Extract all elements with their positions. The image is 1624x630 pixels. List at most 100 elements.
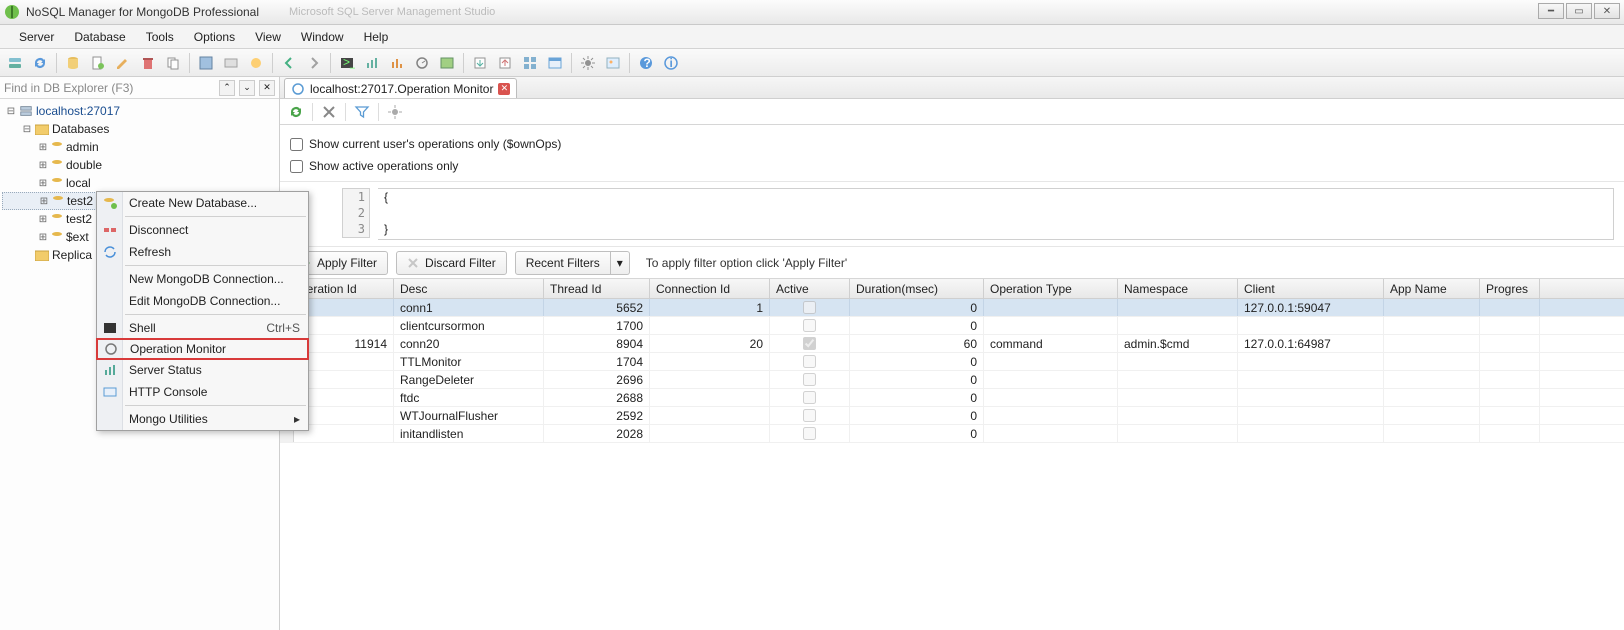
tool-icon-3[interactable] <box>245 52 267 74</box>
import-icon[interactable] <box>494 52 516 74</box>
shell-icon[interactable]: >_ <box>336 52 358 74</box>
tree-db-item[interactable]: ⊞admin <box>2 138 277 156</box>
monitor-icon <box>103 341 119 357</box>
window-title: NoSQL Manager for MongoDB Professional <box>26 5 259 19</box>
menu-tools[interactable]: Tools <box>137 27 183 47</box>
discard-filter-button[interactable]: Discard Filter <box>396 251 507 275</box>
col-connection-id[interactable]: Connection Id <box>650 279 770 298</box>
cell-active <box>770 335 850 352</box>
find-prev-button[interactable]: ⌃ <box>219 80 235 96</box>
edit-icon[interactable] <box>112 52 134 74</box>
filter-icon[interactable] <box>352 102 372 122</box>
minimize-button[interactable]: ━ <box>1538 3 1564 19</box>
export-icon[interactable] <box>469 52 491 74</box>
ctx-server-status[interactable]: Server Status <box>97 359 308 381</box>
ctx-http-console[interactable]: HTTP Console <box>97 381 308 403</box>
table-row[interactable]: ftdc26880 <box>280 389 1624 407</box>
col-operation-type[interactable]: Operation Type <box>984 279 1118 298</box>
active-only-checkbox[interactable] <box>290 160 303 173</box>
connect-icon[interactable] <box>4 52 26 74</box>
cell-connection-id: 20 <box>650 335 770 352</box>
table-row[interactable]: RangeDeleter26960 <box>280 371 1624 389</box>
menu-options[interactable]: Options <box>185 27 244 47</box>
stats-icon[interactable] <box>386 52 408 74</box>
tree-db-item[interactable]: ⊞double <box>2 156 277 174</box>
map-icon[interactable] <box>436 52 458 74</box>
col-operation-id[interactable]: peration Id <box>294 279 394 298</box>
help-icon[interactable]: ? <box>635 52 657 74</box>
col-client[interactable]: Client <box>1238 279 1384 298</box>
col-thread-id[interactable]: Thread Id <box>544 279 650 298</box>
cell-desc: initandlisten <box>394 425 544 442</box>
cell-active <box>770 353 850 370</box>
grid-header: peration Id Desc Thread Id Connection Id… <box>280 279 1624 299</box>
col-namespace[interactable]: Namespace <box>1118 279 1238 298</box>
ctx-disconnect[interactable]: Disconnect <box>97 219 308 241</box>
cell-connection-id <box>650 407 770 424</box>
find-placeholder[interactable]: Find in DB Explorer (F3) <box>4 81 215 95</box>
grid-icon[interactable] <box>519 52 541 74</box>
close-window-button[interactable]: ✕ <box>1594 3 1620 19</box>
gear-icon[interactable] <box>385 102 405 122</box>
tree-db-item[interactable]: ⊞local <box>2 174 277 192</box>
cell-operation-id: 11914 <box>294 335 394 352</box>
filter-code-editor[interactable]: {} <box>378 188 1614 240</box>
table-row[interactable]: initandlisten20280 <box>280 425 1624 443</box>
menu-help[interactable]: Help <box>355 27 398 47</box>
gear-icon[interactable] <box>577 52 599 74</box>
shell-icon <box>102 320 118 336</box>
monitor-icon[interactable] <box>411 52 433 74</box>
find-close-button[interactable]: ✕ <box>259 80 275 96</box>
cell-app-name <box>1384 425 1480 442</box>
delete-icon[interactable] <box>137 52 159 74</box>
document-tabs: localhost:27017.Operation Monitor ✕ <box>280 77 1624 99</box>
tool-icon-1[interactable] <box>195 52 217 74</box>
tree-root[interactable]: ⊟ localhost:27017 <box>2 102 277 120</box>
menu-window[interactable]: Window <box>292 27 353 47</box>
refresh-icon[interactable] <box>286 102 306 122</box>
col-duration[interactable]: Duration(msec) <box>850 279 984 298</box>
col-progress[interactable]: Progres <box>1480 279 1540 298</box>
back-icon[interactable] <box>278 52 300 74</box>
browser-icon[interactable] <box>544 52 566 74</box>
new-icon[interactable] <box>87 52 109 74</box>
find-next-button[interactable]: ⌄ <box>239 80 255 96</box>
table-row[interactable]: WTJournalFlusher25920 <box>280 407 1624 425</box>
http-icon <box>102 384 118 400</box>
tree-databases[interactable]: ⊟ Databases <box>2 120 277 138</box>
maximize-button[interactable]: ▭ <box>1566 3 1592 19</box>
table-row[interactable]: TTLMonitor17040 <box>280 353 1624 371</box>
copy-icon[interactable] <box>162 52 184 74</box>
recent-filters-button[interactable]: Recent Filters <box>515 251 611 275</box>
table-row[interactable]: ▸conn1565210127.0.0.1:59047 <box>280 299 1624 317</box>
cell-app-name <box>1384 299 1480 316</box>
ctx-shell[interactable]: Shell Ctrl+S <box>97 317 308 339</box>
refresh-icon[interactable] <box>29 52 51 74</box>
table-row[interactable]: 11914conn2089042060commandadmin.$cmd127.… <box>280 335 1624 353</box>
table-row[interactable]: clientcursormon17000 <box>280 317 1624 335</box>
tool-icon-2[interactable] <box>220 52 242 74</box>
cell-operation-id <box>294 371 394 388</box>
ctx-mongo-utilities[interactable]: Mongo Utilities ▸ <box>97 408 308 430</box>
ctx-create-database[interactable]: Create New Database... <box>97 192 308 214</box>
recent-filters-dropdown[interactable]: ▾ <box>611 251 630 275</box>
tab-operation-monitor[interactable]: localhost:27017.Operation Monitor ✕ <box>284 78 517 98</box>
col-active[interactable]: Active <box>770 279 850 298</box>
col-desc[interactable]: Desc <box>394 279 544 298</box>
ctx-operation-monitor[interactable]: Operation Monitor <box>96 338 309 360</box>
delete-icon[interactable] <box>319 102 339 122</box>
ctx-new-connection[interactable]: New MongoDB Connection... <box>97 268 308 290</box>
menu-database[interactable]: Database <box>65 27 134 47</box>
menu-view[interactable]: View <box>246 27 290 47</box>
image-icon[interactable] <box>602 52 624 74</box>
forward-icon[interactable] <box>303 52 325 74</box>
col-app-name[interactable]: App Name <box>1384 279 1480 298</box>
menu-server[interactable]: Server <box>10 27 63 47</box>
chart-icon[interactable] <box>361 52 383 74</box>
db-icon[interactable] <box>62 52 84 74</box>
tab-close-icon[interactable]: ✕ <box>498 83 510 95</box>
ctx-edit-connection[interactable]: Edit MongoDB Connection... <box>97 290 308 312</box>
info-icon[interactable]: i <box>660 52 682 74</box>
own-ops-checkbox[interactable] <box>290 138 303 151</box>
ctx-refresh[interactable]: Refresh <box>97 241 308 263</box>
